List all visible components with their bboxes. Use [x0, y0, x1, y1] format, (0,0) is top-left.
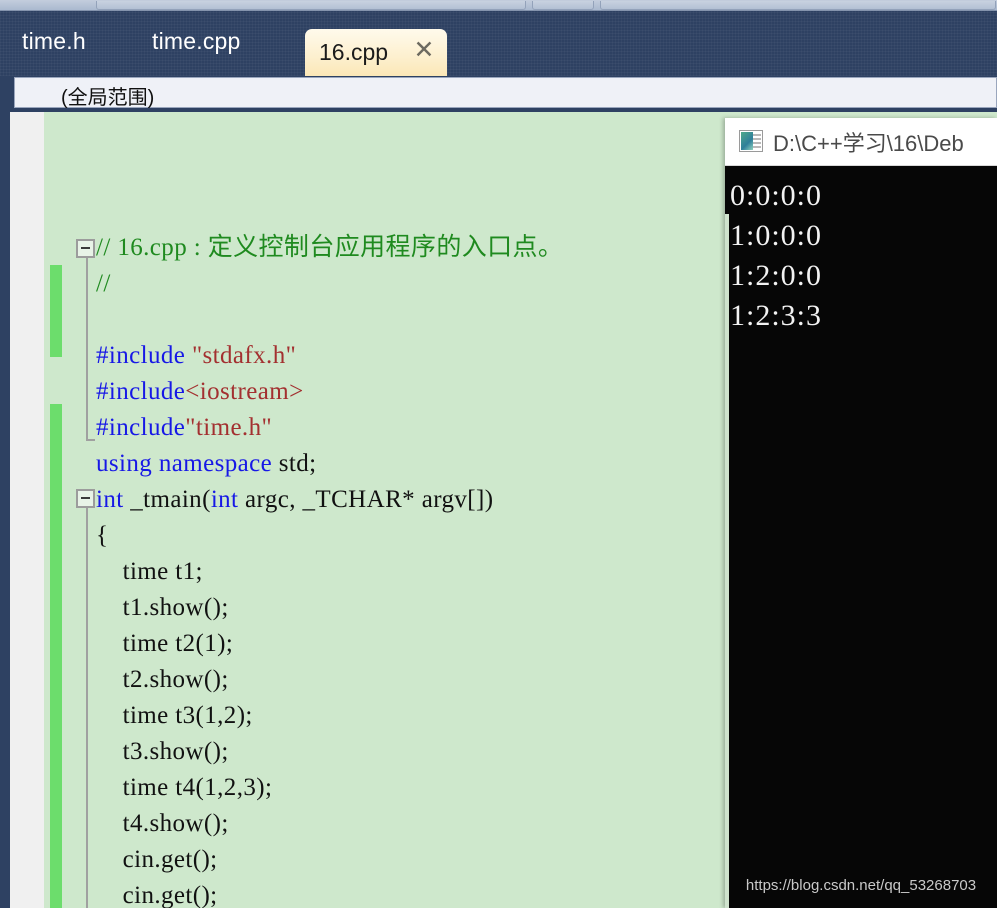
console-window[interactable]: D:\C++学习\16\Deb 0:0:0:0 1:0:0:0 1:2:0:0 1:2… [725, 118, 997, 908]
code-token: "time.h" [185, 414, 273, 441]
code-line: time t1; [96, 554, 563, 590]
toolbar-segment-3[interactable] [600, 1, 996, 10]
toolbar-segment-1[interactable] [96, 1, 526, 10]
editor-tab-bar: time.h time.cpp 16.cpp ✕ [0, 11, 997, 87]
tab-16-cpp-active[interactable]: 16.cpp ✕ [305, 29, 447, 79]
code-token: t1.show(); [96, 594, 229, 621]
code-token: time t2(1); [96, 630, 234, 657]
code-line: // 16.cpp : 定义控制台应用程序的入口点。 [96, 230, 563, 266]
console-output-line: 1:2:3:3 [730, 299, 823, 332]
code-token: <iostream> [185, 378, 304, 405]
outlining-line-1 [86, 258, 88, 441]
tab-time-h[interactable]: time.h [22, 28, 86, 55]
code-token: time t4(1,2,3); [96, 774, 273, 801]
code-line: t2.show(); [96, 662, 563, 698]
code-line: cin.get(); [96, 842, 563, 878]
code-line: time t2(1); [96, 626, 563, 662]
code-token: { [96, 522, 109, 549]
code-line: using namespace std; [96, 446, 563, 482]
code-token: time t1; [96, 558, 203, 585]
code-line: #include<iostream> [96, 374, 563, 410]
tab-active-label: 16.cpp [319, 39, 389, 65]
code-token: t4.show(); [96, 810, 229, 837]
code-line: cin.get(); [96, 878, 563, 908]
code-token: t2.show(); [96, 666, 229, 693]
code-token: // 16.cpp : 定义控制台应用程序的入口点。 [96, 234, 564, 261]
code-token: // [96, 270, 111, 297]
watermark-url: https://blog.csdn.net/qq_53268703 [745, 877, 977, 894]
code-token: "stdafx.h" [191, 342, 297, 369]
code-token: int [210, 486, 239, 513]
console-title-text: D:\C++学习\16\Deb [773, 131, 964, 156]
code-line: time t4(1,2,3); [96, 770, 563, 806]
console-title-bar[interactable]: D:\C++学习\16\Deb [725, 118, 997, 166]
scope-dropdown-label: (全局范围) [61, 87, 155, 109]
console-output-line: 0:0:0:0 [730, 179, 823, 212]
code-line: t4.show(); [96, 806, 563, 842]
code-token: #include [96, 342, 192, 369]
vs-editor-window: time.h time.cpp 16.cpp ✕ (全局范围) // 16.cp… [0, 0, 997, 908]
code-token: t3.show(); [96, 738, 229, 765]
collapse-toggle-tmain[interactable] [76, 489, 95, 508]
toolbar-segment-2[interactable] [532, 1, 594, 10]
scope-dropdown[interactable]: (全局范围) [14, 77, 997, 109]
code-line: #include"time.h" [96, 410, 563, 446]
code-token: cin.get(); [96, 882, 218, 908]
code-token: argc, _TCHAR* argv[]) [238, 486, 494, 513]
console-app-icon [739, 130, 763, 152]
console-output-line: 1:2:0:0 [730, 259, 823, 292]
console-output-area[interactable]: 0:0:0:0 1:0:0:0 1:2:0:0 1:2:3:3 https://blo… [725, 166, 997, 908]
code-line: { [96, 518, 563, 554]
code-line: t1.show(); [96, 590, 563, 626]
collapse-toggle-comment-block[interactable] [76, 239, 95, 258]
code-line: // [96, 266, 563, 302]
code-line: t3.show(); [96, 734, 563, 770]
code-token: using namespace [96, 450, 273, 477]
outlining-foot-1 [86, 439, 95, 441]
code-token: time t3(1,2); [96, 702, 253, 729]
code-token: std; [272, 450, 317, 477]
change-bar-2 [50, 404, 62, 908]
code-line: int _tmain(int argc, _TCHAR* argv[]) [96, 482, 563, 518]
tab-time-cpp[interactable]: time.cpp [152, 28, 241, 55]
code-token: cin.get(); [96, 846, 218, 873]
toolbar-strip [0, 0, 997, 11]
close-icon[interactable]: ✕ [413, 38, 435, 63]
outlining-line-2 [86, 508, 88, 908]
code-token: #include [96, 414, 186, 441]
code-token: _tmain( [123, 486, 211, 513]
code-text[interactable]: // 16.cpp : 定义控制台应用程序的入口点。 // #include "s… [96, 230, 563, 908]
console-output-line: 1:0:0:0 [730, 219, 823, 252]
change-bar-1 [50, 265, 62, 357]
navigation-bar-container: (全局范围) [8, 76, 997, 109]
console-output-lines: 0:0:0:0 1:0:0:0 1:2:0:0 1:2:3:3 [725, 176, 822, 336]
indicator-margin[interactable] [10, 112, 44, 908]
code-token: int [96, 486, 124, 513]
code-token: #include [96, 378, 186, 405]
code-line: time t3(1,2); [96, 698, 563, 734]
code-line: #include "stdafx.h" [96, 338, 563, 374]
